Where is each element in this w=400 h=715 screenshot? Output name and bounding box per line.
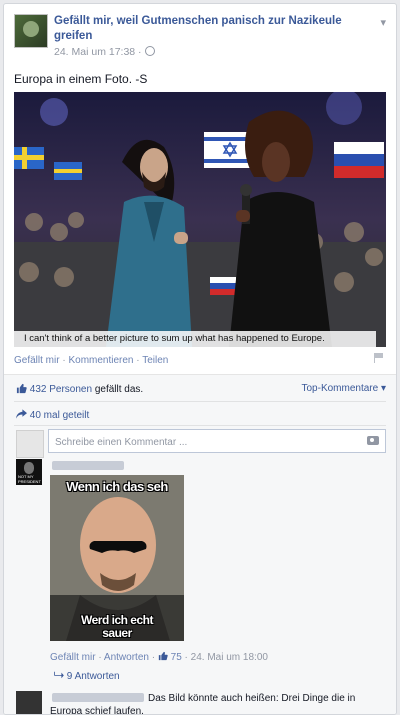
comment-like-link[interactable]: Gefällt mir — [50, 652, 96, 663]
comment-text: Das Bild könnte auch heißen: Drei Dinge … — [50, 693, 356, 715]
stage-photo-illustration — [14, 92, 386, 347]
separator: · — [151, 652, 156, 663]
post-photo[interactable] — [14, 92, 386, 347]
post-meta: 24. Mai um 17:38 · — [54, 46, 155, 58]
divider — [14, 401, 386, 402]
divider — [14, 425, 386, 426]
flag-icon[interactable] — [374, 353, 384, 363]
likes-summary: 432 Personen gefällt das. — [16, 383, 143, 395]
shares-link[interactable]: 40 mal geteilt — [16, 409, 89, 421]
comment-actions: Gefällt mir · Antworten · 75 · 24. Mai u… — [50, 651, 268, 663]
likers-link[interactable]: 432 Personen — [30, 384, 92, 395]
feedback-section: 432 Personen gefällt das. Top-Kommentare… — [4, 374, 396, 715]
page-name-link[interactable]: Gefällt mir, weil Gutmenschen panisch zu… — [54, 14, 364, 44]
commenter-name-redacted[interactable] — [52, 461, 124, 470]
comment-meme-image[interactable]: Wenn ich das seh Werd ich echt sauer — [50, 475, 184, 641]
likes-suffix: gefällt das. — [94, 384, 144, 395]
share-link[interactable]: Teilen — [142, 355, 168, 366]
current-user-avatar — [16, 430, 44, 458]
meme-top-text: Wenn ich das seh — [66, 479, 168, 494]
meme-bottom-text: Werd ich echt — [81, 613, 153, 627]
comment-input[interactable] — [53, 431, 357, 453]
camera-icon[interactable] — [367, 436, 379, 445]
post-timestamp[interactable]: 24. Mai um 17:38 · — [54, 46, 142, 58]
comment-link[interactable]: Kommentieren — [68, 355, 133, 366]
post-text: Europa in einem Foto. -S — [14, 72, 148, 86]
like-link[interactable]: Gefällt mir — [14, 355, 60, 366]
meme-bottom-text: sauer — [102, 626, 132, 640]
thumbs-up-icon — [158, 651, 168, 661]
globe-icon — [144, 46, 155, 56]
separator: · — [136, 355, 140, 366]
shares-count: 40 mal geteilt — [29, 410, 90, 421]
chevron-down-icon[interactable]: ▾ — [380, 16, 386, 29]
share-icon — [16, 409, 27, 419]
photo-caption: I can't think of a better picture to sum… — [14, 331, 376, 347]
separator: · — [98, 652, 102, 663]
comment-box — [48, 429, 386, 453]
replies-count: 9 Antworten — [66, 671, 120, 682]
post-actions: Gefällt mir · Kommentieren · Teilen — [14, 355, 168, 366]
commenter-avatar[interactable] — [16, 691, 42, 714]
top-comments-dropdown[interactable]: Top-Kommentare ▾ — [302, 383, 387, 394]
separator: · — [62, 355, 66, 366]
separator: · — [184, 652, 188, 663]
thumbs-up-icon — [16, 383, 27, 394]
post-header: Gefällt mir, weil Gutmenschen panisch zu… — [14, 14, 386, 58]
page-avatar[interactable] — [14, 14, 48, 48]
comment-timestamp[interactable]: 24. Mai um 18:00 — [191, 652, 268, 663]
comment-like-count[interactable]: 75 — [171, 652, 182, 663]
comment-reply-link[interactable]: Antworten — [104, 652, 149, 663]
commenter-avatar[interactable]: NOT MY PRESIDENT — [16, 459, 42, 485]
post-card: Gefällt mir, weil Gutmenschen panisch zu… — [3, 3, 397, 715]
view-replies-link[interactable]: 9 Antworten — [54, 671, 120, 682]
avatar-caption: NOT MY PRESIDENT — [18, 474, 41, 484]
reply-arrow-icon — [54, 671, 64, 679]
